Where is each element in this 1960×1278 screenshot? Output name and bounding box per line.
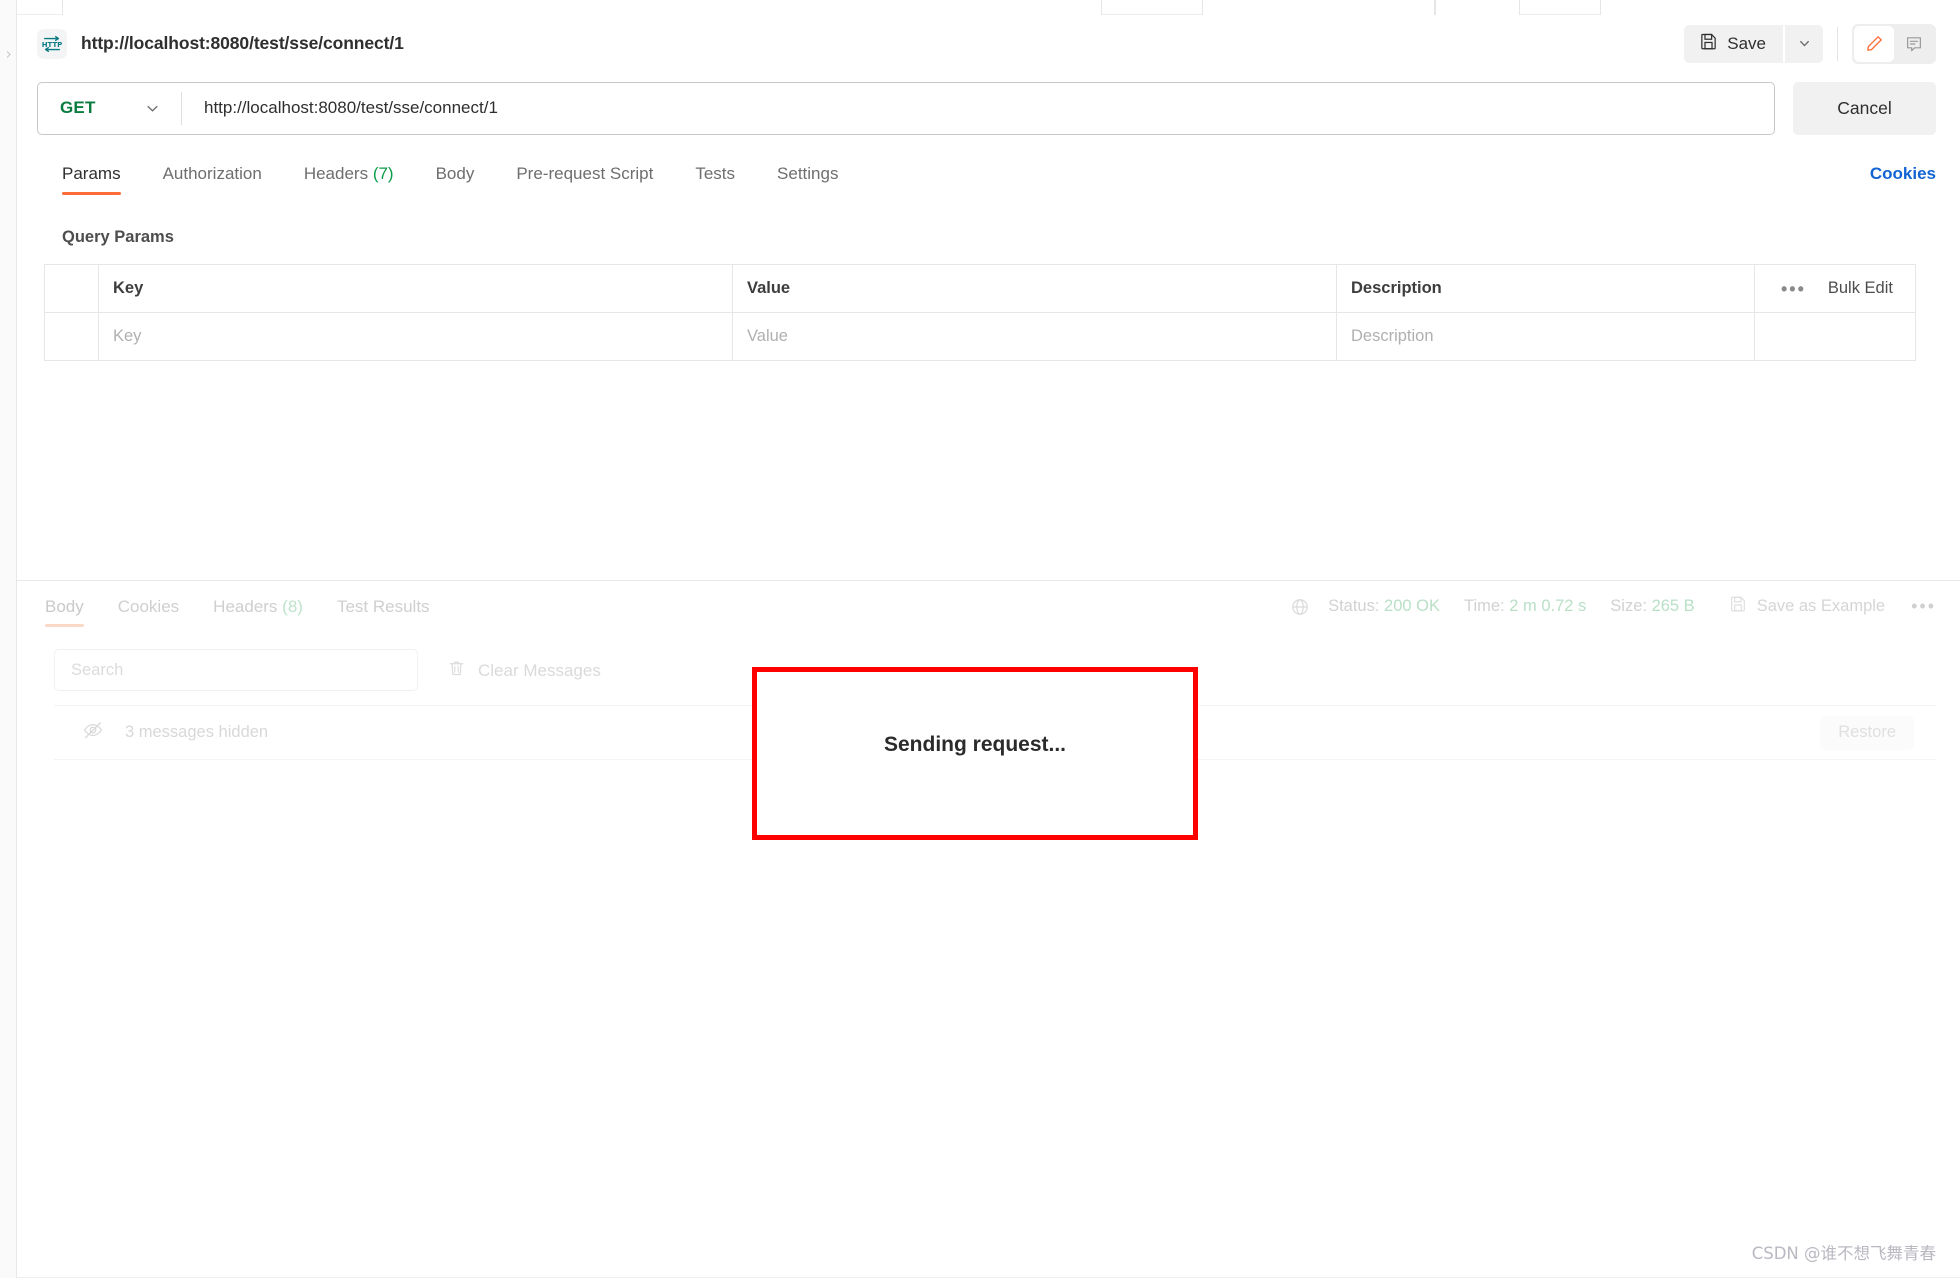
size-group: Size: 265 B (1610, 597, 1694, 616)
view-mode-toggle-group (1852, 23, 1936, 64)
trash-icon (447, 659, 466, 683)
tab-label: Authorization (162, 164, 262, 183)
column-header-key: Key (99, 265, 733, 312)
response-tab-test-results[interactable]: Test Results (337, 597, 430, 627)
tab-tests[interactable]: Tests (695, 164, 735, 195)
save-button[interactable]: Save (1684, 24, 1783, 63)
tab-label: Body (435, 164, 475, 183)
url-input[interactable] (182, 82, 1774, 134)
request-header-bar: HTTP http://localhost:8080/test/sse/conn… (17, 15, 1960, 72)
tab-count: (7) (372, 164, 394, 183)
watermark: CSDN @谁不想飞舞青春 (1751, 1244, 1936, 1263)
chevron-down-icon (144, 100, 161, 117)
floppy-icon (1729, 595, 1747, 618)
save-button-group: Save (1684, 24, 1823, 63)
status-label: Status: (1328, 597, 1380, 615)
sidebar-collapsed-gutter (0, 0, 17, 1278)
workspace-tab-strip (17, 0, 1960, 15)
row-checkbox-cell[interactable] (45, 313, 99, 360)
http-method-select[interactable]: GET (38, 83, 181, 134)
cookies-link[interactable]: Cookies (1870, 164, 1936, 195)
query-params-table: Key Value Description ••• Bulk Edit Key … (44, 264, 1916, 361)
floppy-icon (1699, 32, 1718, 56)
save-options-chevron-down-icon[interactable] (1785, 24, 1823, 63)
search-box[interactable] (54, 649, 418, 691)
tab-label: Settings (777, 164, 839, 183)
table-header-row: Key Value Description ••• Bulk Edit (45, 265, 1915, 313)
tab-label: Test Results (336, 597, 430, 616)
save-button-label: Save (1727, 33, 1766, 53)
request-header-actions: Save (1684, 23, 1936, 64)
tab-label: Pre-request Script (516, 164, 654, 183)
url-bar-row: GET Cancel (17, 72, 1960, 144)
http-method-label: GET (60, 98, 96, 117)
clear-messages-label: Clear Messages (478, 661, 601, 680)
http-protocol-icon: HTTP (37, 28, 67, 59)
sending-request-text: Sending request... (883, 732, 1067, 756)
workspace-tab[interactable] (62, 0, 1102, 15)
workspace-tab[interactable] (1435, 0, 1520, 15)
response-tab-bar: Body Cookies Headers (8) Test Results (45, 597, 464, 637)
table-row: Key Value Description (45, 313, 1915, 361)
clear-messages-button[interactable]: Clear Messages (447, 659, 601, 683)
size-value: 265 B (1651, 597, 1695, 615)
request-title: http://localhost:8080/test/sse/connect/1 (81, 33, 404, 53)
ellipsis-icon[interactable]: ••• (1911, 596, 1936, 617)
tab-label: Params (62, 164, 121, 183)
column-header-description: Description (1337, 265, 1755, 312)
comment-icon[interactable] (1894, 26, 1934, 62)
tab-label: Body (45, 597, 84, 616)
hidden-messages-label: 3 messages hidden (125, 723, 269, 741)
tab-label: Headers (303, 164, 369, 183)
tab-label: Tests (695, 164, 736, 183)
tab-settings[interactable]: Settings (777, 164, 838, 195)
request-tab-bar: Params Authorization Headers (7) Body Pr… (17, 164, 1960, 208)
save-as-example-label: Save as Example (1756, 597, 1886, 615)
eye-off-icon[interactable] (82, 719, 104, 746)
ellipsis-icon[interactable]: ••• (1781, 280, 1806, 298)
query-params-title: Query Params (62, 228, 174, 246)
param-description-input[interactable]: Description (1337, 313, 1755, 360)
row-tools (1755, 313, 1915, 360)
response-tab-headers[interactable]: Headers (8) (213, 597, 303, 627)
size-label: Size: (1610, 597, 1647, 615)
svg-text:HTTP: HTTP (42, 41, 63, 49)
tab-pre-request-script[interactable]: Pre-request Script (516, 164, 653, 195)
response-status-bar: Status: 200 OK Time: 2 m 0.72 s Size: 26… (1290, 595, 1936, 618)
bulk-edit-button[interactable]: Bulk Edit (1828, 279, 1893, 298)
tab-label: Headers (213, 597, 278, 616)
url-bar: GET (37, 81, 1775, 135)
restore-button[interactable]: Restore (1820, 715, 1914, 750)
tab-count: (8) (282, 597, 303, 616)
sidebar-expand-chevron-icon[interactable] (4, 46, 13, 58)
header-divider (1837, 26, 1838, 61)
time-value: 2 m 0.72 s (1509, 597, 1587, 615)
pencil-icon[interactable] (1854, 25, 1894, 62)
response-tab-body[interactable]: Body (45, 597, 84, 627)
time-label: Time: (1464, 597, 1505, 615)
workspace-tab[interactable] (1600, 0, 1960, 15)
param-value-input[interactable]: Value (733, 313, 1337, 360)
hidden-messages-info: 3 messages hidden (82, 719, 268, 746)
tab-authorization[interactable]: Authorization (163, 164, 262, 195)
time-group: Time: 2 m 0.72 s (1464, 597, 1586, 616)
search-input[interactable] (71, 660, 401, 680)
response-tab-cookies[interactable]: Cookies (118, 597, 179, 627)
postman-app-window: HTTP http://localhost:8080/test/sse/conn… (0, 0, 1960, 1278)
tab-params[interactable]: Params (62, 164, 121, 195)
tab-label: Cookies (117, 597, 180, 616)
workspace-tab[interactable] (1202, 0, 1435, 15)
sending-request-annotation-box: Sending request... (752, 667, 1198, 840)
tab-body[interactable]: Body (436, 164, 475, 195)
tab-headers[interactable]: Headers (7) (304, 164, 394, 195)
status-code-group: Status: 200 OK (1328, 597, 1440, 616)
param-key-input[interactable]: Key (99, 313, 733, 360)
cancel-button[interactable]: Cancel (1793, 81, 1936, 135)
status-value: 200 OK (1384, 597, 1440, 615)
table-header-tools: ••• Bulk Edit (1755, 265, 1915, 312)
select-all-cell (45, 265, 99, 312)
globe-icon (1290, 597, 1310, 617)
column-header-value: Value (733, 265, 1337, 312)
save-as-example-button[interactable]: Save as Example (1729, 595, 1885, 618)
